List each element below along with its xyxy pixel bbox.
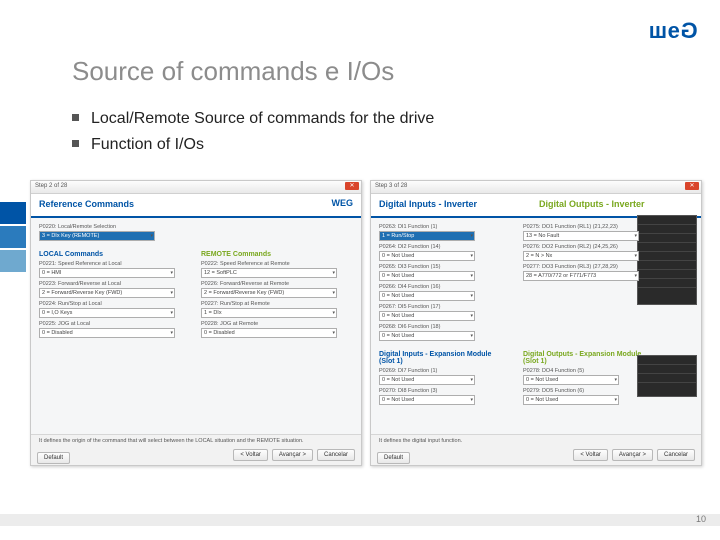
param-label: P0278: DO4 Function (5)	[523, 368, 651, 374]
cancel-button[interactable]: Cancelar	[657, 449, 695, 461]
param-label: P0276: DO2 Function (RL2) (24,25,26)	[523, 244, 651, 250]
wizard-step-2: Step 2 of 28 ✕ Reference Commands WEG P0…	[30, 180, 362, 466]
param-label: P0223: Forward/Reverse at Local	[39, 281, 191, 287]
close-icon[interactable]: ✕	[345, 182, 359, 190]
weg-logo-small: WEG	[332, 198, 354, 208]
next-button[interactable]: Avançar >	[272, 449, 313, 461]
param-label: P0265: DI3 Function (15)	[379, 264, 507, 270]
param-select[interactable]: 0 = Not Used	[379, 251, 475, 261]
param-label: P0266: DI4 Function (16)	[379, 284, 507, 290]
param-select[interactable]: 0 = I,O Keys	[39, 308, 175, 318]
local-remote-select[interactable]: 3 = DIx Key (REMOTE)	[39, 231, 155, 241]
param-select[interactable]: 1 = DIx	[201, 308, 337, 318]
page-number: 10	[696, 514, 706, 524]
step-label: Step 3 of 28	[375, 183, 407, 189]
param-select[interactable]: 0 = Not Used	[379, 395, 475, 405]
param-label: P0277: DO3 Function (RL3) (27,28,29)	[523, 264, 651, 270]
window-titlebar: Step 2 of 28 ✕	[31, 181, 361, 194]
wizard-step-3: Step 3 of 28 ✕ Digital Inputs - Inverter…	[370, 180, 702, 466]
window-titlebar: Step 3 of 28 ✕	[371, 181, 701, 194]
param-select[interactable]: 0 = Disabled	[39, 328, 175, 338]
param-select[interactable]: 0 = HMI	[39, 268, 175, 278]
default-button[interactable]: Default	[37, 452, 70, 464]
param-label: P0220: Local/Remote Selection	[39, 224, 353, 230]
back-button[interactable]: < Voltar	[233, 449, 268, 461]
page-title: Source of commands e I/Os	[72, 56, 394, 87]
hint-text: It defines the digital input function.	[379, 438, 462, 444]
di-exp-heading: Digital Inputs - Expansion Module (Slot …	[379, 351, 507, 365]
bullet-icon	[72, 140, 79, 147]
next-button[interactable]: Avançar >	[612, 449, 653, 461]
param-label: P0228: JOG at Remote	[201, 321, 353, 327]
param-select[interactable]: 0 = Not Used	[379, 331, 475, 341]
param-label: P0279: DO5 Function (6)	[523, 388, 651, 394]
param-select[interactable]: 0 = Not Used	[523, 395, 619, 405]
param-select[interactable]: 0 = Not Used	[379, 291, 475, 301]
param-label: P0222: Speed Reference at Remote	[201, 261, 353, 267]
slide: шеG Source of commands e I/Os Local/Remo…	[0, 0, 720, 540]
bullet-list: Local/Remote Source of commands for the …	[72, 110, 434, 162]
param-label: P0263: DI1 Function (1)	[379, 224, 507, 230]
close-icon[interactable]: ✕	[685, 182, 699, 190]
param-label: P0269: DI7 Function (1)	[379, 368, 507, 374]
param-select[interactable]: 2 = Forward/Reverse Key (FWD)	[39, 288, 175, 298]
param-label: P0224: Run/Stop at Local	[39, 301, 191, 307]
param-label: P0226: Forward/Reverse at Remote	[201, 281, 353, 287]
panel-title: Reference Commands	[39, 199, 134, 209]
bullet-icon	[72, 114, 79, 121]
param-select[interactable]: 28 = A770/772 or F771/F773	[523, 271, 639, 281]
param-label: P0264: DI2 Function (14)	[379, 244, 507, 250]
step-label: Step 2 of 28	[35, 183, 67, 189]
hint-text: It defines the origin of the command tha…	[39, 438, 304, 444]
terminal-photo	[637, 355, 697, 397]
slide-footer-bar	[0, 514, 720, 526]
param-label: P0227: Run/Stop at Remote	[201, 301, 353, 307]
cancel-button[interactable]: Cancelar	[317, 449, 355, 461]
param-select[interactable]: 0 = Not Used	[523, 375, 619, 385]
di-heading: Digital Inputs - Inverter	[379, 199, 477, 209]
param-label: P0225: JOG at Local	[39, 321, 191, 327]
param-label: P0275: DO1 Function (RL1) (21,22,23)	[523, 224, 651, 230]
bullet-text: Local/Remote Source of commands for the …	[91, 110, 434, 127]
param-select[interactable]: 12 = SoftPLC	[201, 268, 337, 278]
do-exp-heading: Digital Outputs - Expansion Module (Slot…	[523, 351, 651, 365]
bullet-text: Function of I/Os	[91, 136, 204, 153]
param-select[interactable]: 0 = Not Used	[379, 311, 475, 321]
decorative-stripes	[0, 202, 26, 274]
local-heading: LOCAL Commands	[39, 251, 191, 258]
wizard-footer: It defines the digital input function. D…	[371, 434, 701, 465]
param-label: P0270: DI8 Function (3)	[379, 388, 507, 394]
param-select[interactable]: 2 = Forward/Reverse Key (FWD)	[201, 288, 337, 298]
param-select[interactable]: 13 = No Fault	[523, 231, 639, 241]
back-button[interactable]: < Voltar	[573, 449, 608, 461]
remote-heading: REMOTE Commands	[201, 251, 353, 258]
param-label: P0267: DI5 Function (17)	[379, 304, 507, 310]
param-select[interactable]: 0 = Not Used	[379, 375, 475, 385]
param-select[interactable]: 2 = N > Nx	[523, 251, 639, 261]
weg-logo: шеG	[649, 18, 698, 44]
param-select[interactable]: 0 = Disabled	[201, 328, 337, 338]
do-heading: Digital Outputs - Inverter	[539, 199, 645, 209]
terminal-photo	[637, 215, 697, 305]
param-label: P0221: Speed Reference at Local	[39, 261, 191, 267]
param-select[interactable]: 1 = Run/Stop	[379, 231, 475, 241]
default-button[interactable]: Default	[377, 452, 410, 464]
wizard-footer: It defines the origin of the command tha…	[31, 434, 361, 465]
param-label: P0268: DI6 Function (18)	[379, 324, 507, 330]
param-select[interactable]: 0 = Not Used	[379, 271, 475, 281]
